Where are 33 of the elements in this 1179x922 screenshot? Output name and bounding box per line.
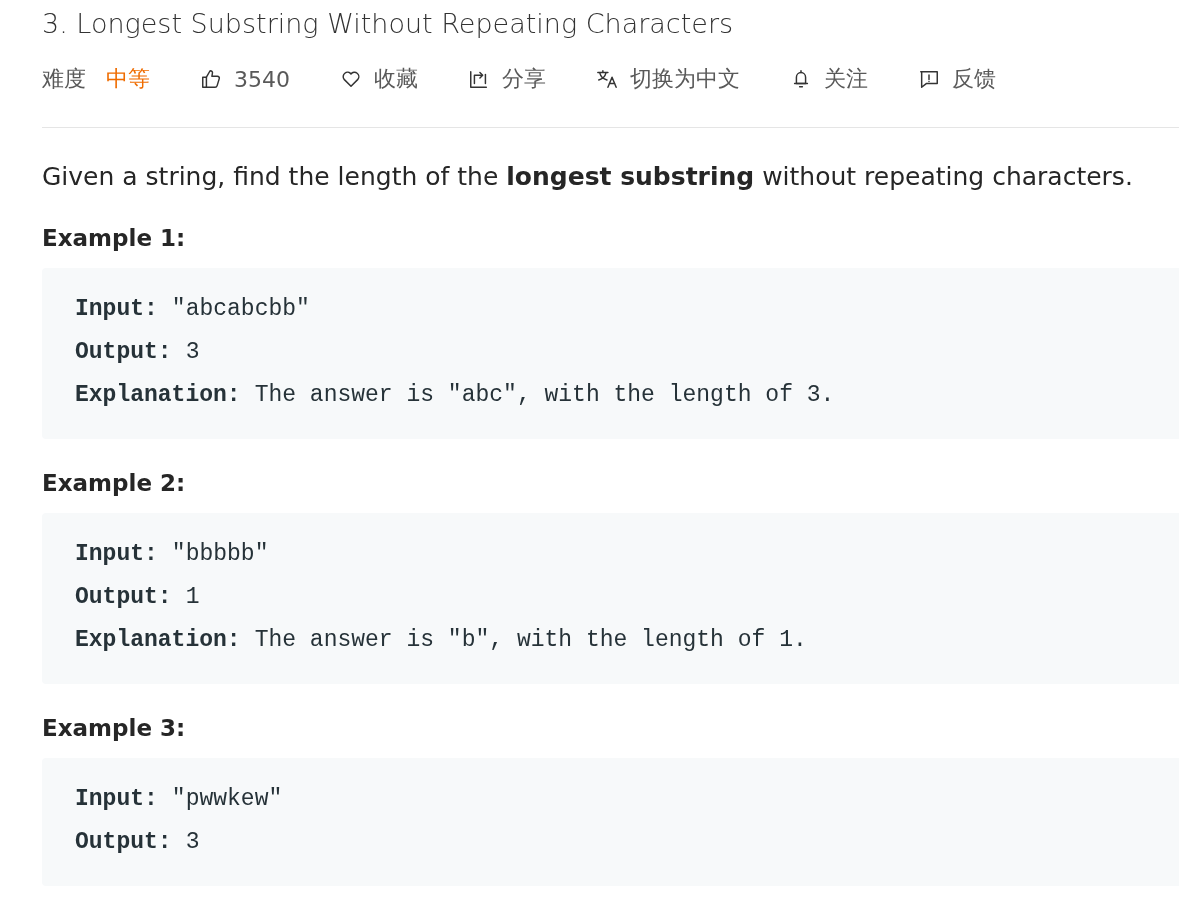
code-text: The answer is "b", with the length of 1.: [254, 627, 807, 653]
problem-description: Given a string, find the length of the longest substring without repeating characters.: [42, 161, 1134, 193]
code-label: Explanation:: [75, 627, 241, 653]
example-heading: Example 2:: [42, 469, 187, 498]
problem-title: 3. Longest Substring Without Repeating Characters: [42, 7, 735, 41]
example-heading: Example 1:: [42, 224, 187, 253]
code-text: "bbbbb": [171, 541, 269, 567]
action-button[interactable]: 分享: [468, 64, 546, 94]
action-button[interactable]: 关注: [790, 64, 868, 94]
difficulty-label: 难度: [42, 65, 86, 93]
code-label: Input:: [75, 541, 158, 567]
code-label: Output:: [75, 584, 172, 610]
code-text: 1: [185, 584, 200, 610]
difficulty-value: 中等: [106, 65, 150, 93]
code-text: 3: [185, 829, 200, 855]
code-label: Input:: [75, 296, 158, 322]
example-heading: Example 3:: [42, 714, 187, 743]
code-label: Output:: [75, 829, 172, 855]
code-text: "pwwkew": [171, 786, 283, 812]
action-button[interactable]: 切换为中文: [596, 64, 740, 94]
code-text: The answer is "abc", with the length of 3.: [254, 382, 835, 408]
code-text: 3: [185, 339, 200, 365]
feedback-icon: [918, 68, 940, 90]
code-label: Explanation:: [75, 382, 241, 408]
action-button[interactable]: 3540: [200, 66, 290, 92]
action-button[interactable]: 反馈: [918, 64, 996, 94]
translate-icon: [596, 68, 618, 90]
action-button[interactable]: 收藏: [340, 64, 418, 94]
share-icon: [468, 68, 490, 90]
code-label: Input:: [75, 786, 158, 812]
code-text: "abcabcbb": [171, 296, 310, 322]
thumbs-up-icon: [200, 68, 222, 90]
code-label: Output:: [75, 339, 172, 365]
